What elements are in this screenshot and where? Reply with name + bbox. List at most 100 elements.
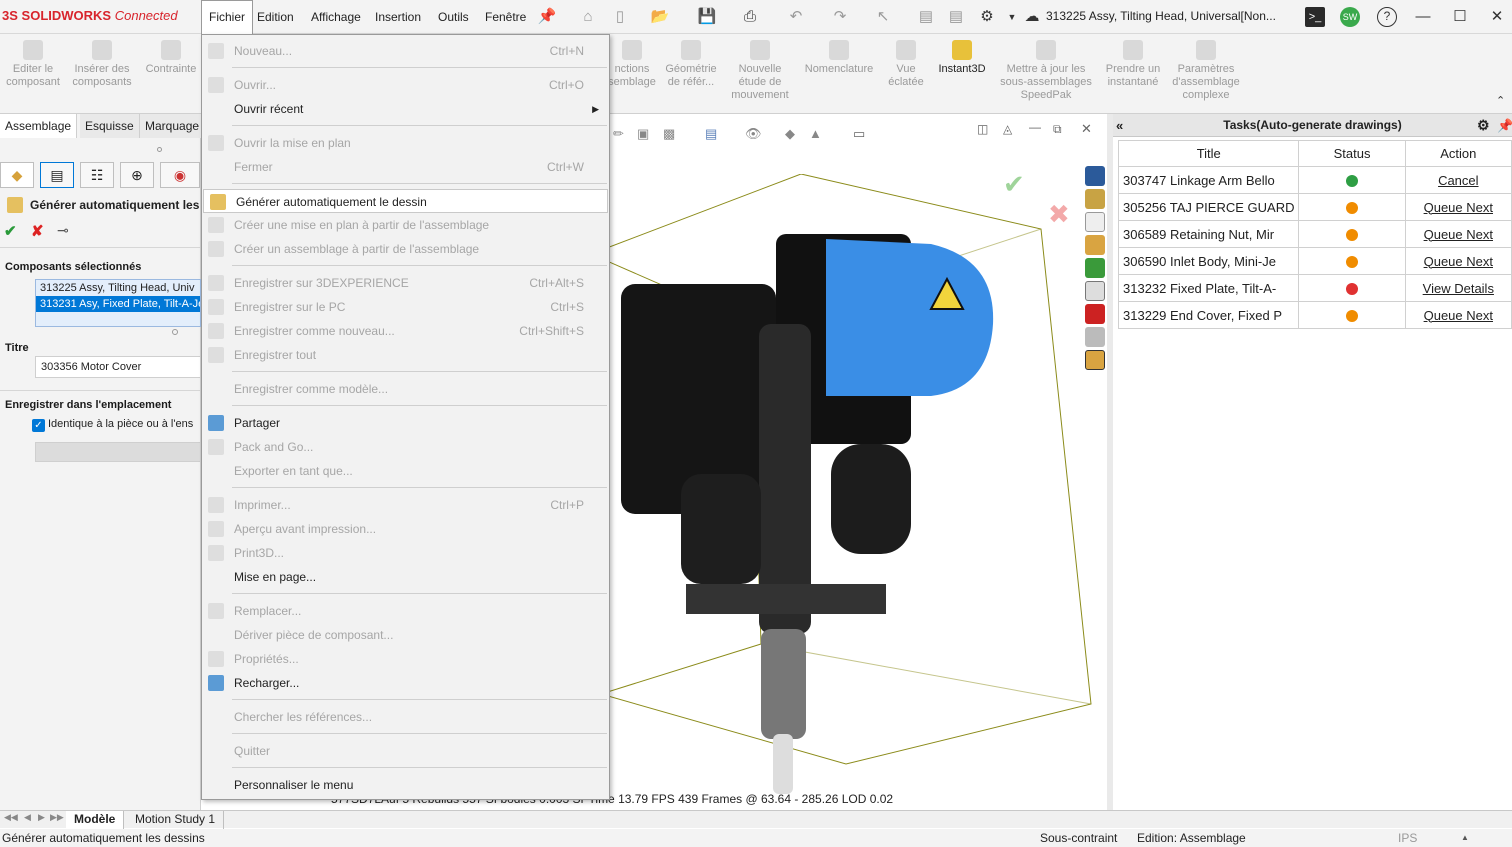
location-path-field[interactable] [35,442,201,462]
command-button[interactable]: Insérer des composants [66,40,138,89]
configuration-manager-tab-icon[interactable]: ☷ [80,162,114,188]
command-button[interactable]: Instant3D [932,40,992,76]
menu-insertion[interactable]: Insertion [368,0,428,34]
list-resize-handle[interactable] [172,329,178,335]
command-search-icon[interactable]: >_ [1305,7,1325,27]
scroll-last-icon[interactable]: ▶▶ [50,812,64,823]
tab-esquisse[interactable]: Esquisse [80,114,140,138]
menu-outils[interactable]: Outils [431,0,476,34]
ok-check-icon[interactable]: ✔ [4,222,17,240]
command-button[interactable]: Nouvelle étude de mouvement [731,40,789,102]
print-icon[interactable]: ⎙ [740,7,760,27]
view-cube-icon[interactable]: ▤ [705,126,717,142]
pushpin-icon[interactable]: ⊸ [57,222,69,239]
open-icon[interactable]: 📂 [650,7,670,27]
command-button[interactable]: Contrainte [140,40,202,76]
design-library-icon[interactable] [1085,189,1105,209]
assembly-model[interactable] [601,174,1111,814]
hide-show-icon[interactable]: 👁 [745,126,762,142]
menu-item[interactable]: Enregistrer comme modèle... [202,377,609,401]
tasks-pin-icon[interactable]: 📌 [1497,114,1512,137]
command-button[interactable]: Vue éclatée [882,40,930,89]
pane-splitter[interactable] [1107,114,1113,810]
display-style-icon[interactable]: ▩ [663,126,675,142]
menu-item[interactable]: Enregistrer comme nouveau... Ctrl+Shift+S [202,319,609,343]
menu-fenetre[interactable]: Fenêtre [478,0,533,34]
menu-item[interactable]: Mise en page... [202,565,609,589]
menu-item[interactable]: Partager [202,411,609,435]
tab-motion-study[interactable]: Motion Study 1 [127,811,225,829]
menu-item[interactable]: Fermer Ctrl+W [202,155,609,179]
collapse-pane-icon[interactable]: « [1116,114,1123,137]
units-dropdown-icon[interactable]: ▲ [1461,829,1469,847]
viewport-minimize-icon[interactable]: — [1029,120,1041,134]
custom-properties-icon[interactable] [1085,281,1105,301]
command-button[interactable]: Nomenclature [800,40,878,76]
close-button[interactable]: ✕ [1484,6,1510,28]
collapse-ribbon-icon[interactable]: ⌃ [1496,94,1505,107]
menu-item[interactable]: Créer une mise en plan à partir de l'ass… [202,213,609,237]
display-manager-tab-icon[interactable]: ◉ [160,162,200,188]
list-item[interactable]: 313225 Assy, Tilting Head, Univ [36,280,200,296]
scroll-first-icon[interactable]: ◀◀ [4,812,18,823]
maximize-button[interactable]: ☐ [1447,6,1473,28]
task-action-link[interactable]: Cancel [1404,166,1512,194]
title-field[interactable]: 303356 Motor Cover [35,356,201,378]
command-button[interactable]: Géométrie de référ... [660,40,722,89]
menu-item[interactable]: Aperçu avant impression... [202,517,609,541]
redo-icon[interactable]: ↷ [830,7,850,27]
menu-item[interactable]: Générer automatiquement le dessin [203,189,608,213]
tasks-settings-gear-icon[interactable]: ⚙ [1477,114,1490,137]
new-file-icon[interactable]: ▯ [610,7,630,27]
scroll-prev-icon[interactable]: ◀ [24,812,31,823]
dimxpert-tab-icon[interactable]: ⊕ [120,162,154,188]
options-gear-icon[interactable]: ⚙ [977,7,997,27]
menu-item[interactable]: Chercher les références... [202,705,609,729]
command-button[interactable]: Editer le composant [4,40,62,89]
menu-item[interactable]: Exporter en tant que... [202,459,609,483]
scroll-next-icon[interactable]: ▶ [38,812,45,823]
task-action-link[interactable]: Queue Next [1404,247,1512,275]
tile-right-icon[interactable]: ◬ [1003,122,1012,136]
property-manager-tab-icon[interactable]: ▤ [40,162,74,188]
home-icon[interactable]: ⌂ [578,7,598,27]
solidworks-resources-icon[interactable] [1085,166,1105,186]
appearances-icon[interactable] [1085,258,1105,278]
cancel-x-icon[interactable]: ✘ [31,222,44,240]
menu-item[interactable]: Enregistrer sur le PC Ctrl+S [202,295,609,319]
tab-marquage[interactable]: Marquage [140,114,206,138]
tab-model[interactable]: Modèle [66,811,125,829]
file-properties-icon[interactable]: ▤ [946,7,966,27]
menu-item[interactable]: Dériver pièce de composant... [202,623,609,647]
command-button[interactable]: Paramètres d'assemblage complexe [1168,40,1244,102]
command-button[interactable]: Prendre un instantané [1104,40,1162,89]
tile-left-icon[interactable]: ◫ [977,122,988,136]
help-icon[interactable]: ? [1377,7,1397,27]
pin-icon[interactable]: 📌 [537,7,557,27]
task-action-link[interactable]: Queue Next [1404,220,1512,248]
undo-icon[interactable]: ↶ [786,7,806,27]
select-icon[interactable]: ↖ [873,7,893,27]
menu-item[interactable]: Propriétés... [202,647,609,671]
menu-item[interactable]: Enregistrer sur 3DEXPERIENCE Ctrl+Alt+S [202,271,609,295]
file-explorer-icon[interactable] [1085,212,1105,232]
3d-content-icon[interactable] [1085,327,1105,347]
chevron-down-icon[interactable]: ▼ [1002,7,1022,27]
menu-item[interactable]: Print3D... [202,541,609,565]
scene-icon[interactable]: ▲ [809,126,822,141]
minimize-button[interactable]: — [1410,6,1436,28]
feature-manager-tab-icon[interactable]: ◆ [0,162,34,188]
list-item[interactable]: 313231 Asy, Fixed Plate, Tilt-A-Je [36,296,200,312]
menu-edition[interactable]: Edition [250,0,301,34]
viewport-close-icon[interactable]: ✕ [1081,121,1092,137]
task-action-link[interactable]: Queue Next [1404,301,1512,329]
tasks-pane-icon[interactable] [1085,350,1105,370]
display-settings-icon[interactable]: ▭ [853,126,865,142]
save-icon[interactable]: 💾 [697,7,717,27]
menu-fichier[interactable]: Fichier [201,0,254,35]
menu-item[interactable]: Recharger... [202,671,609,695]
menu-item[interactable]: Remplacer... [202,599,609,623]
menu-item[interactable]: Quitter [202,739,609,763]
task-action-link[interactable]: Queue Next [1404,193,1512,221]
tab-assemblage[interactable]: Assemblage [0,114,78,138]
